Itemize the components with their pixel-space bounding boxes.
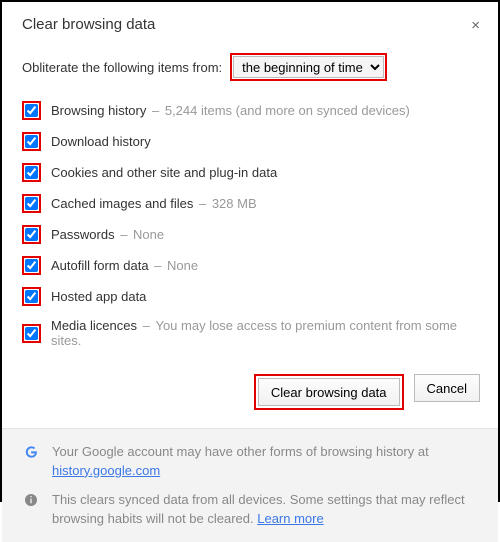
checkbox-highlight	[22, 163, 41, 182]
learn-more-link[interactable]: Learn more	[257, 511, 323, 526]
data-type-text: Cached images and files – 328 MB	[51, 196, 257, 211]
google-logo-icon	[22, 443, 40, 461]
data-type-label: Cached images and files	[51, 196, 193, 211]
data-type-label: Media licences	[51, 318, 137, 333]
dialog-footer: Your Google account may have other forms…	[2, 428, 498, 542]
footer-account-prefix: Your Google account may have other forms…	[52, 444, 429, 459]
data-type-text: Download history	[51, 134, 151, 149]
data-type-label: Passwords	[51, 227, 115, 242]
cancel-button[interactable]: Cancel	[414, 374, 480, 402]
data-type-checkbox[interactable]	[25, 197, 38, 210]
footer-account-row: Your Google account may have other forms…	[22, 443, 478, 481]
clear-browsing-data-button[interactable]: Clear browsing data	[258, 378, 400, 406]
data-type-text: Browsing history – 5,244 items (and more…	[51, 103, 410, 118]
data-type-hint: None	[167, 258, 198, 273]
data-type-checkbox[interactable]	[25, 290, 38, 303]
checkbox-highlight	[22, 194, 41, 213]
checkbox-highlight	[22, 225, 41, 244]
time-range-row: Obliterate the following items from: the…	[2, 39, 498, 91]
clear-browsing-data-dialog: Clear browsing data × Obliterate the fol…	[0, 0, 500, 502]
dialog-header: Clear browsing data ×	[2, 2, 498, 39]
checkbox-highlight	[22, 101, 41, 120]
data-type-label: Hosted app data	[51, 289, 146, 304]
data-type-label: Download history	[51, 134, 151, 149]
data-type-text: Passwords – None	[51, 227, 164, 242]
dialog-buttons: Clear browsing data Cancel	[2, 354, 498, 428]
data-type-hint: 328 MB	[212, 196, 257, 211]
footer-sync-text: This clears synced data from all devices…	[52, 491, 478, 529]
separator: –	[151, 258, 165, 273]
data-type-item: Media licences – You may lose access to …	[22, 312, 478, 354]
checkbox-highlight	[22, 287, 41, 306]
time-range-highlight: the beginning of time	[230, 53, 387, 81]
data-type-item: Passwords – None	[22, 219, 478, 250]
data-type-hint: 5,244 items (and more on synced devices)	[165, 103, 410, 118]
data-type-item: Download history	[22, 126, 478, 157]
data-type-text: Hosted app data	[51, 289, 146, 304]
separator: –	[195, 196, 209, 211]
data-type-item: Cached images and files – 328 MB	[22, 188, 478, 219]
checkbox-highlight	[22, 132, 41, 151]
time-range-select[interactable]: the beginning of time	[233, 56, 384, 78]
info-icon	[22, 491, 40, 509]
checkbox-highlight	[22, 256, 41, 275]
primary-button-highlight: Clear browsing data	[254, 374, 404, 410]
data-type-item: Browsing history – 5,244 items (and more…	[22, 95, 478, 126]
data-type-item: Autofill form data – None	[22, 250, 478, 281]
data-type-checkbox[interactable]	[25, 135, 38, 148]
data-type-text: Autofill form data – None	[51, 258, 198, 273]
footer-sync-row: This clears synced data from all devices…	[22, 491, 478, 529]
checkbox-highlight	[22, 324, 41, 343]
data-type-checkbox[interactable]	[25, 259, 38, 272]
data-type-checkbox[interactable]	[25, 104, 38, 117]
data-type-item: Hosted app data	[22, 281, 478, 312]
data-type-checkbox[interactable]	[25, 327, 38, 340]
close-icon[interactable]: ×	[469, 16, 482, 35]
data-type-hint: None	[133, 227, 164, 242]
data-type-list: Browsing history – 5,244 items (and more…	[2, 91, 498, 354]
data-type-text: Cookies and other site and plug-in data	[51, 165, 277, 180]
data-type-label: Cookies and other site and plug-in data	[51, 165, 277, 180]
footer-account-text: Your Google account may have other forms…	[52, 443, 478, 481]
data-type-label: Browsing history	[51, 103, 146, 118]
history-google-link[interactable]: history.google.com	[52, 463, 160, 478]
data-type-label: Autofill form data	[51, 258, 149, 273]
data-type-text: Media licences – You may lose access to …	[51, 318, 478, 348]
data-type-checkbox[interactable]	[25, 166, 38, 179]
time-range-label: Obliterate the following items from:	[22, 60, 222, 75]
dialog-title: Clear browsing data	[22, 16, 155, 33]
separator: –	[148, 103, 162, 118]
separator: –	[139, 318, 153, 333]
data-type-item: Cookies and other site and plug-in data	[22, 157, 478, 188]
data-type-checkbox[interactable]	[25, 228, 38, 241]
separator: –	[117, 227, 131, 242]
